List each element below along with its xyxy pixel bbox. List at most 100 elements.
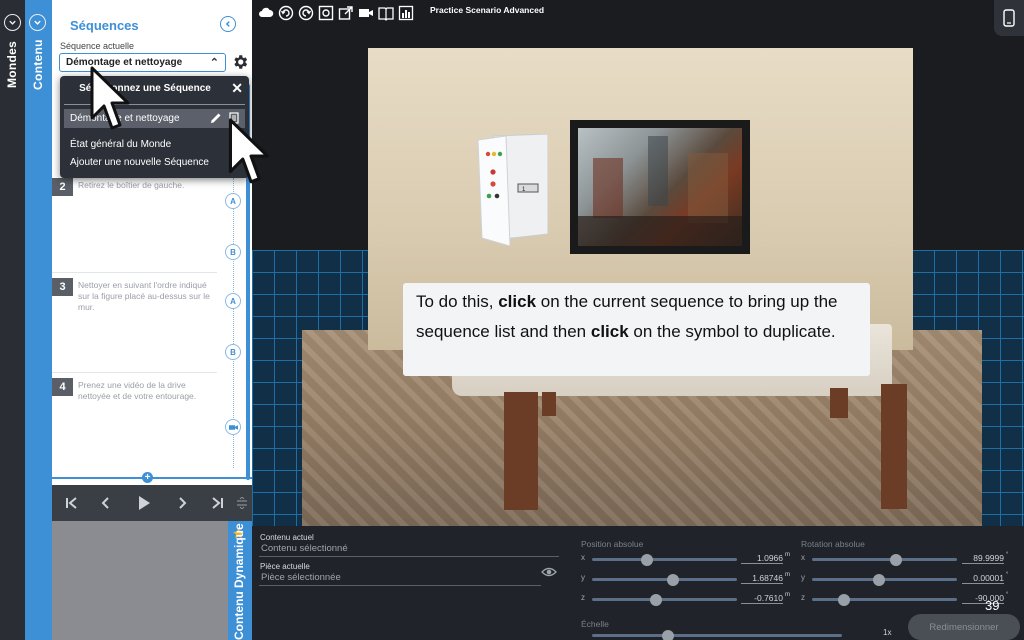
axis-label: x — [581, 553, 585, 562]
unit-label: ° — [1006, 592, 1009, 598]
step-anchor-b[interactable]: B — [225, 344, 241, 360]
position-z-slider[interactable] — [592, 593, 737, 606]
tutorial-tooltip: To do this, click on the current sequenc… — [403, 283, 870, 376]
scenario-title: Practice Scenario Advanced — [430, 5, 545, 15]
position-z-input[interactable]: -0.7610 — [741, 593, 783, 604]
chart-icon[interactable] — [397, 4, 415, 22]
rotation-x-input[interactable]: 89.9999 — [962, 553, 1004, 564]
slider-knob[interactable] — [662, 629, 674, 640]
dynamic-content-label: Contenu Dynamique — [232, 523, 246, 640]
step-text: Retirez le boîtier de gauche. — [78, 180, 185, 190]
cloud-icon[interactable] — [257, 4, 275, 22]
focus-icon[interactable] — [317, 4, 335, 22]
axis-label: x — [801, 553, 805, 562]
book-icon[interactable] — [377, 4, 395, 22]
eye-icon[interactable] — [541, 566, 557, 578]
step-number: 4 — [52, 378, 73, 396]
video-anchor[interactable] — [225, 419, 241, 435]
axis-label: z — [801, 593, 805, 602]
sequence-step[interactable]: 4 Prenez une vidéo de la drive nettoyée … — [52, 378, 242, 473]
previous-button[interactable] — [96, 493, 116, 513]
rotation-z-slider[interactable] — [812, 593, 957, 606]
skip-start-icon — [66, 497, 77, 509]
chevron-down-icon[interactable] — [29, 14, 46, 31]
divider — [259, 585, 541, 586]
scale-slider[interactable] — [592, 629, 842, 640]
sequence-step[interactable]: 2 Retirez le boîtier de gauche. — [52, 178, 242, 273]
undo-icon[interactable] — [277, 4, 295, 22]
tooltip-emphasis: click — [590, 321, 629, 341]
drag-handle[interactable] — [232, 493, 252, 513]
axis-label: z — [581, 593, 585, 602]
mondes-label: Mondes — [5, 40, 19, 88]
play-icon — [139, 496, 150, 510]
step-text: Prenez une vidéo de la drive nettoyée et… — [78, 380, 197, 401]
slider-knob[interactable] — [837, 593, 850, 606]
mondes-rail[interactable]: Mondes — [0, 0, 25, 640]
rotation-y-input[interactable]: 0.00001 — [962, 573, 1004, 584]
current-content-label: Contenu actuel — [260, 533, 314, 542]
slider-knob[interactable] — [641, 553, 654, 566]
position-x-input[interactable]: 1.0966 — [741, 553, 783, 564]
sequence-step[interactable]: 3 Nettoyer en suivant l'ordre indiqué su… — [52, 278, 242, 373]
unit-label: m — [785, 572, 790, 578]
drag-handle-icon — [237, 497, 247, 509]
contenu-label: Contenu — [31, 39, 45, 90]
video-icon — [228, 424, 238, 430]
step-anchor-a[interactable]: A — [225, 293, 241, 309]
table-leg — [830, 388, 848, 418]
painting[interactable] — [570, 120, 750, 254]
dropdown-item-world-state[interactable]: État général du Monde — [70, 139, 171, 150]
position-x-slider[interactable] — [592, 553, 737, 566]
contenu-rail[interactable]: Contenu — [25, 0, 52, 640]
current-piece-value[interactable]: Pièce sélectionnée — [261, 572, 341, 583]
slider-knob[interactable] — [649, 593, 662, 606]
tooltip-text: on the symbol to duplicate. — [628, 321, 836, 341]
chevron-left-icon — [225, 21, 230, 27]
position-y-input[interactable]: 1.68746 — [741, 573, 783, 584]
slider-knob[interactable] — [890, 553, 903, 566]
dynamic-content-area — [52, 521, 252, 640]
top-toolbar — [257, 4, 415, 24]
device-preview-button[interactable] — [994, 0, 1024, 36]
slider-knob[interactable] — [872, 573, 885, 586]
sequence-dropdown: Sélectionnez une Séquence ✕ Démontage et… — [60, 76, 249, 178]
play-button[interactable] — [134, 493, 154, 513]
table-leg — [881, 384, 907, 509]
unit-label: ° — [1006, 572, 1009, 578]
next-button[interactable] — [172, 493, 192, 513]
phone-icon — [1003, 9, 1015, 27]
redo-icon[interactable] — [297, 4, 315, 22]
collapse-panel-button[interactable] — [220, 16, 236, 32]
divider — [259, 556, 559, 557]
gear-icon[interactable] — [231, 53, 249, 71]
electrical-cabinet[interactable]: 1 — [476, 134, 548, 246]
slider-knob[interactable] — [667, 573, 680, 586]
player-controls — [52, 485, 252, 521]
page-number: 39 — [985, 598, 1000, 613]
skip-end-button[interactable] — [208, 493, 228, 513]
sequences-panel: Séquences Séquence actuelle Démontage et… — [52, 0, 252, 485]
skip-start-button[interactable] — [61, 493, 81, 513]
video-icon[interactable] — [357, 4, 375, 22]
current-sequence-select[interactable]: Démontage et nettoyage ⌃ — [59, 53, 226, 72]
step-anchor-b[interactable]: B — [225, 244, 241, 260]
pencil-icon[interactable] — [210, 112, 222, 124]
step-anchor-a[interactable]: A — [225, 193, 241, 209]
dropdown-item-add-sequence[interactable]: Ajouter une nouvelle Séquence — [70, 157, 209, 168]
rotation-y-slider[interactable] — [812, 573, 957, 586]
scene-viewport[interactable]: 1 — [252, 0, 1024, 526]
current-sequence-label: Séquence actuelle — [60, 41, 135, 51]
current-content-value[interactable]: Contenu sélectionné — [261, 543, 348, 554]
share-icon[interactable] — [337, 4, 355, 22]
close-icon[interactable]: ✕ — [231, 80, 243, 97]
resize-button[interactable]: Redimensionner — [908, 614, 1020, 640]
current-piece-label: Pièce actuelle — [260, 562, 310, 571]
unit-label: m — [785, 552, 790, 558]
position-y-slider[interactable] — [592, 573, 737, 586]
rotation-x-slider[interactable] — [812, 553, 957, 566]
add-step-button[interactable]: + — [142, 472, 153, 483]
chevron-down-icon[interactable] — [4, 14, 21, 31]
divider — [52, 372, 217, 373]
axis-label: y — [581, 573, 585, 582]
